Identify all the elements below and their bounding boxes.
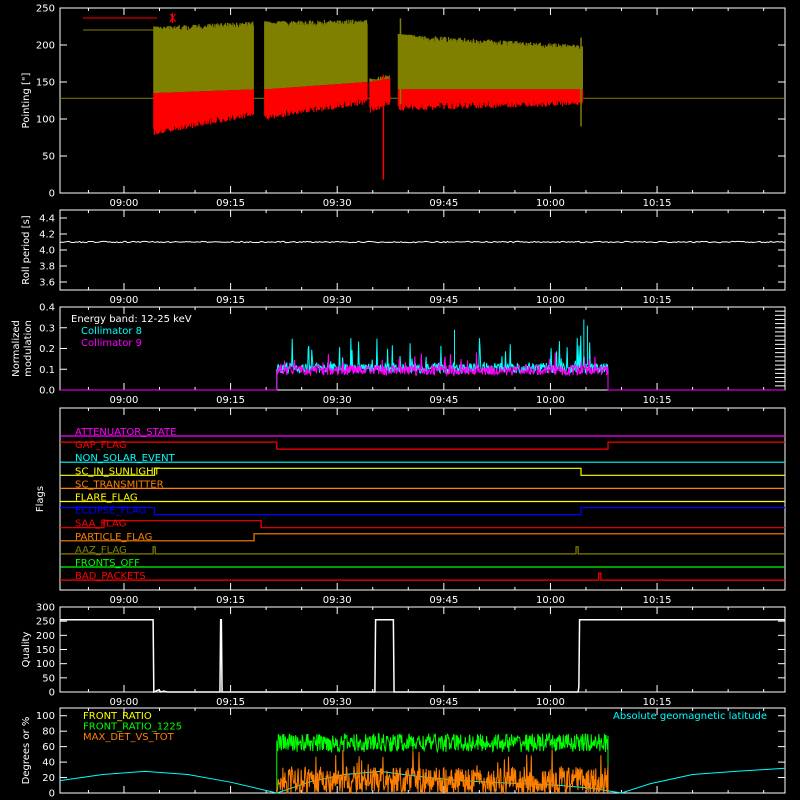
pointing-xtick-label: 09:30 [323,198,352,209]
rhessi-observing-summary-plot: 09:00 09:15 09:30 09:45 10:00 10:15 0 50 100 150 2… [0,0,800,800]
modulation-xtick-label: 09:45 [429,395,458,406]
quality-ytick-label: 200 [36,631,55,642]
pointing-ytick-label: 250 [36,4,55,15]
ratios-ytick-label: 20 [42,773,55,784]
ratios-ytick-label: 0 [49,789,55,800]
modulation-ytick-label: 0.4 [39,303,55,314]
roll-xtick-label: 09:15 [216,295,245,306]
ratios-legend-front_ratio_1225: FRONT_RATIO_1225 [83,722,182,733]
ratios-ytick-label: 100 [36,711,55,722]
quality-xtick-label: 10:15 [643,697,672,708]
modulation-xtick-label: 10:00 [536,395,565,406]
flag-label-gap_flag: GAP_FLAG [75,440,127,451]
quality-ytick-label: 50 [42,673,55,684]
modulation-ytick-label: 0.3 [39,323,55,334]
ratios-legend-front_ratio: FRONT_RATIO [83,711,152,722]
modulation-ytick-label: 0.0 [39,386,55,397]
quality-ytick-label: 100 [36,659,55,670]
modulation-legend-9: Collimator 9 [81,338,142,349]
roll-ytick-label: 3.6 [39,278,55,289]
modulation-xtick-label: 09:15 [216,395,245,406]
pointing-ytick-label: 200 [36,41,55,52]
pointing-xtick-label: 10:15 [643,198,672,209]
pointing-ylabel: Pointing ["] [21,72,32,128]
quality-xtick-label: 09:30 [323,697,352,708]
flag-label-eclipse_flag: ECLIPSE_FLAG [75,506,146,517]
pointing-ytick-label: 100 [36,115,55,126]
flag-label-flare_flag: FLARE_FLAG [75,493,138,504]
quality-xtick-label: 09:45 [429,697,458,708]
pointing-xtick-label: 09:15 [216,198,245,209]
pointing-ytick-label: 0 [49,189,55,200]
quality-xtick-label: 09:00 [110,697,139,708]
flags-xtick-label: 10:15 [643,595,672,606]
flag-label-saa_flag: SAA_FLAG [75,519,126,530]
flag-label-attenuator_state: ATTENUATOR_STATE [75,427,176,438]
roll-ylabel: Roll period [s] [21,215,32,284]
flag-label-sc_in_sunlight: SC_IN_SUNLIGHT [75,466,161,477]
pointing-ytick-label: 50 [42,152,55,163]
modulation-xtick-label: 09:30 [323,395,352,406]
pointing-Y-band [264,19,368,90]
ratios-latitude-label: Absolute geomagnetic latitude [613,711,767,722]
modulation-legend-8: Collimator 8 [81,326,142,337]
modulation-xtick-label: 10:15 [643,395,672,406]
flag-label-fronts_off: FRONTS_OFF [75,558,140,569]
pointing-ytick-label: 150 [36,78,55,89]
ratios-ytick-label: 60 [42,742,55,753]
quality-ytick-label: 300 [36,603,55,614]
roll-xtick-label: 09:30 [323,295,352,306]
flag-label-particle_flag: PARTICLE_FLAG [75,532,152,543]
flag-label-non_solar_event: NON_SOLAR_EVENT [75,453,176,464]
quality-ylabel: Quality [21,632,32,668]
flags-xtick-label: 09:00 [110,595,139,606]
roll-ytick-label: 4.2 [39,230,55,241]
roll-ytick-label: 3.8 [39,262,55,273]
flags-ylabel: Flags [35,486,46,512]
pointing-xtick-label: 09:45 [429,198,458,209]
modulation-ytick-label: 0.1 [39,365,55,376]
roll-xtick-label: 09:45 [429,295,458,306]
flags-xtick-label: 09:45 [429,595,458,606]
quality-xtick-label: 10:00 [536,697,565,708]
modulation-0-ylabel: Normalized [11,320,22,377]
quality-ytick-label: 150 [36,645,55,656]
ratios-ytick-label: 40 [42,758,55,769]
modulation-1-ylabel: modulation [23,320,34,377]
pointing-xtick-label: 09:00 [110,198,139,209]
flag-label-sc_transmitter: SC_TRANSMITTER [75,479,164,490]
ratios-ylabel: Degrees or % [21,717,32,785]
flag-label-aaz_flag: AAZ_FLAG [75,545,127,556]
pointing-xtick-label: 10:00 [536,198,565,209]
roll-ytick-label: 4.0 [39,246,55,257]
quality-xtick-label: 09:15 [216,697,245,708]
roll-xtick-label: 10:00 [536,295,565,306]
pointing-legend-label-Y: Y [168,24,176,37]
quality-ytick-label: 0 [49,688,55,699]
flag-label-bad_packets: BAD_PACKETS [75,571,146,582]
ratios-legend-max_det_vs_tot: MAX_DET_VS_TOT [83,732,175,743]
modulation-ytick-label: 0.2 [39,344,55,355]
modulation-xtick-label: 09:00 [110,395,139,406]
modulation-energy-band: Energy band: 12-25 keV [71,314,192,325]
flags-xtick-label: 09:15 [216,595,245,606]
quality-ytick-label: 250 [36,617,55,628]
flags-xtick-label: 10:00 [536,595,565,606]
roll-ytick-label: 4.4 [39,214,55,225]
roll-xtick-label: 09:00 [110,295,139,306]
flags-xtick-label: 09:30 [323,595,352,606]
ratios-ytick-label: 80 [42,727,55,738]
roll-xtick-label: 10:15 [643,295,672,306]
